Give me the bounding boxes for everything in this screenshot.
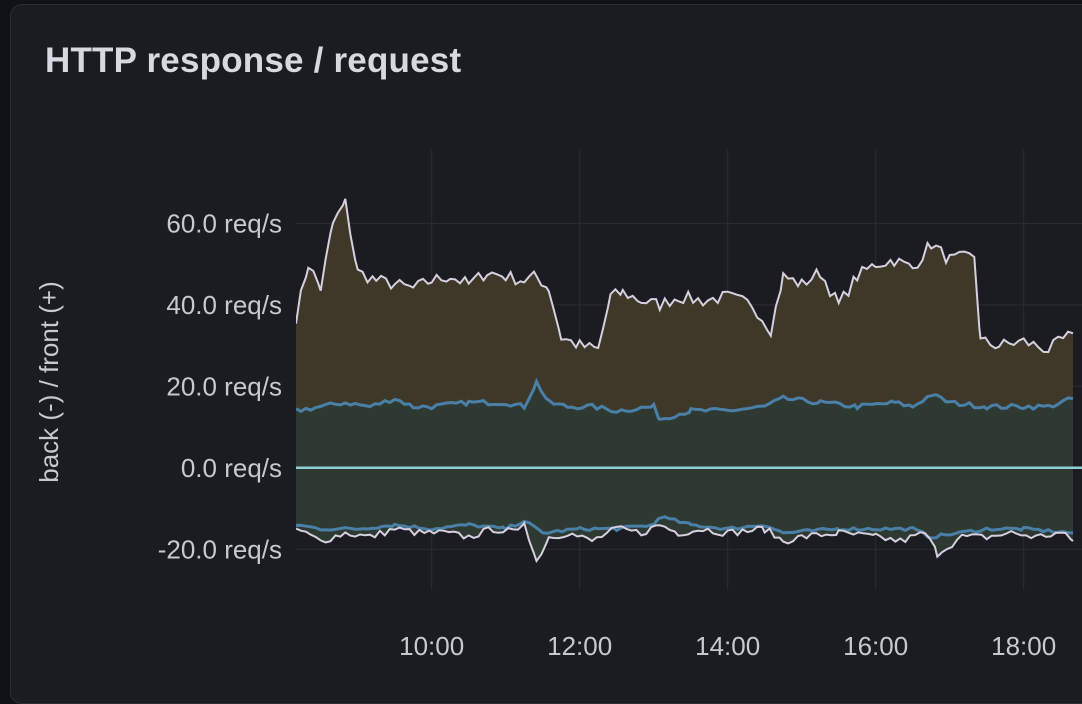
- y-tick-label: 40.0 req/s: [166, 290, 282, 320]
- y-tick-label: 60.0 req/s: [166, 208, 282, 238]
- y-axis-ticks: 60.0 req/s 40.0 req/s 20.0 req/s 0.0 req/s -…: [158, 208, 282, 564]
- http-response-request-chart: 60.0 req/s 40.0 req/s 20.0 req/s 0.0 req/s -…: [34, 150, 1082, 661]
- y-tick-label: 20.0 req/s: [166, 371, 282, 401]
- y-tick-label: 0.0 req/s: [181, 453, 282, 483]
- y-tick-label: -20.0 req/s: [158, 534, 282, 564]
- x-tick-label: 10:00: [399, 631, 464, 661]
- series-area-back: [296, 467, 1073, 561]
- x-tick-label: 18:00: [991, 631, 1056, 661]
- x-tick-label: 12:00: [547, 631, 612, 661]
- x-axis-ticks: 10:00 12:00 14:00 16:00 18:00: [399, 631, 1056, 661]
- x-tick-label: 16:00: [843, 631, 908, 661]
- x-tick-label: 14:00: [695, 631, 760, 661]
- y-axis-label: back (-) / front (+): [34, 281, 64, 483]
